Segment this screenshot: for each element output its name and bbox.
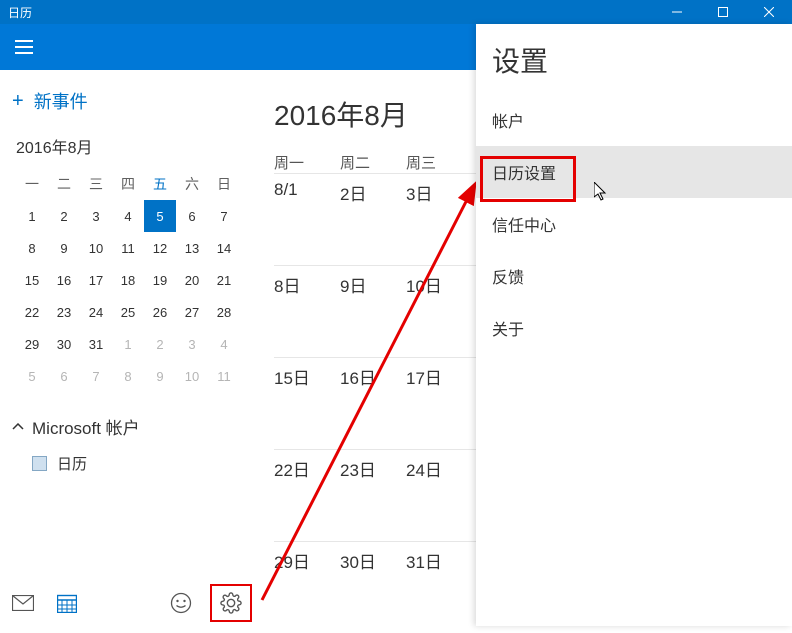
mini-day[interactable]: 24 bbox=[80, 296, 112, 328]
mini-day[interactable]: 12 bbox=[144, 232, 176, 264]
plus-icon: + bbox=[12, 90, 24, 113]
calendar-color-swatch bbox=[32, 456, 47, 471]
mini-dow: 五 bbox=[144, 168, 176, 200]
chevron-up-icon bbox=[12, 423, 24, 431]
calendar-icon[interactable] bbox=[52, 588, 82, 618]
mini-day[interactable]: 31 bbox=[80, 328, 112, 360]
minimize-button[interactable] bbox=[654, 0, 700, 24]
settings-button-highlight bbox=[210, 584, 252, 622]
day-cell[interactable]: 2日 bbox=[340, 174, 406, 265]
day-cell[interactable]: 15日 bbox=[274, 358, 340, 449]
account-header[interactable]: Microsoft 帐户 bbox=[12, 414, 248, 439]
mini-day[interactable]: 8 bbox=[112, 360, 144, 392]
mini-dow: 一 bbox=[16, 168, 48, 200]
mini-day[interactable]: 9 bbox=[144, 360, 176, 392]
new-event-label: 新事件 bbox=[34, 88, 88, 114]
mini-day[interactable]: 22 bbox=[16, 296, 48, 328]
mini-day[interactable]: 10 bbox=[80, 232, 112, 264]
settings-item-4[interactable]: 关于 bbox=[476, 302, 792, 354]
weekday-label: 周二 bbox=[340, 152, 406, 173]
mini-day[interactable]: 20 bbox=[176, 264, 208, 296]
gear-icon[interactable] bbox=[216, 588, 246, 618]
mini-day[interactable]: 6 bbox=[48, 360, 80, 392]
mini-day[interactable]: 6 bbox=[176, 200, 208, 232]
weekday-label: 周三 bbox=[406, 152, 472, 173]
day-cell[interactable]: 30日 bbox=[340, 542, 406, 633]
mini-day[interactable]: 4 bbox=[208, 328, 240, 360]
day-cell[interactable]: 22日 bbox=[274, 450, 340, 541]
bottom-bar bbox=[0, 580, 260, 626]
mini-dow: 四 bbox=[112, 168, 144, 200]
mini-day[interactable]: 14 bbox=[208, 232, 240, 264]
settings-title: 设置 bbox=[476, 24, 792, 94]
mini-day[interactable]: 11 bbox=[208, 360, 240, 392]
mini-day[interactable]: 25 bbox=[112, 296, 144, 328]
mini-day[interactable]: 15 bbox=[16, 264, 48, 296]
mini-day[interactable]: 2 bbox=[144, 328, 176, 360]
mini-day[interactable]: 5 bbox=[144, 200, 176, 232]
calendar-checkbox-row[interactable]: 日历 bbox=[12, 439, 248, 474]
mini-day[interactable]: 27 bbox=[176, 296, 208, 328]
day-cell[interactable]: 31日 bbox=[406, 542, 472, 633]
mini-day[interactable]: 1 bbox=[112, 328, 144, 360]
maximize-button[interactable] bbox=[700, 0, 746, 24]
mini-day[interactable]: 1 bbox=[16, 200, 48, 232]
day-cell[interactable]: 17日 bbox=[406, 358, 472, 449]
mini-day[interactable]: 7 bbox=[80, 360, 112, 392]
mini-calendar: 2016年8月 一二三四五六日 123456789101112131415161… bbox=[0, 124, 260, 396]
day-cell[interactable]: 24日 bbox=[406, 450, 472, 541]
day-cell[interactable]: 8日 bbox=[274, 266, 340, 357]
day-cell[interactable]: 16日 bbox=[340, 358, 406, 449]
app-title: 日历 bbox=[0, 4, 32, 21]
mini-day[interactable]: 16 bbox=[48, 264, 80, 296]
mini-day[interactable]: 3 bbox=[176, 328, 208, 360]
mini-day[interactable]: 4 bbox=[112, 200, 144, 232]
mini-dow: 日 bbox=[208, 168, 240, 200]
mini-day[interactable]: 2 bbox=[48, 200, 80, 232]
settings-item-2[interactable]: 信任中心 bbox=[476, 198, 792, 250]
new-event-button[interactable]: + 新事件 bbox=[0, 70, 260, 124]
mini-dow: 二 bbox=[48, 168, 80, 200]
day-cell[interactable]: 8/1 bbox=[274, 174, 340, 265]
mini-day[interactable]: 13 bbox=[176, 232, 208, 264]
settings-item-1[interactable]: 日历设置 bbox=[476, 146, 792, 198]
day-cell[interactable]: 23日 bbox=[340, 450, 406, 541]
mini-day[interactable]: 19 bbox=[144, 264, 176, 296]
sidebar: + 新事件 2016年8月 一二三四五六日 123456789101112131… bbox=[0, 70, 260, 626]
mini-day[interactable]: 30 bbox=[48, 328, 80, 360]
day-cell[interactable]: 3日 bbox=[406, 174, 472, 265]
mini-day[interactable]: 21 bbox=[208, 264, 240, 296]
account-label: Microsoft 帐户 bbox=[32, 414, 140, 439]
mini-dow: 三 bbox=[80, 168, 112, 200]
mini-day[interactable]: 7 bbox=[208, 200, 240, 232]
close-button[interactable] bbox=[746, 0, 792, 24]
mini-day[interactable]: 8 bbox=[16, 232, 48, 264]
feedback-icon[interactable] bbox=[166, 588, 196, 618]
mini-day[interactable]: 29 bbox=[16, 328, 48, 360]
mini-day[interactable]: 26 bbox=[144, 296, 176, 328]
mini-day[interactable]: 11 bbox=[112, 232, 144, 264]
weekday-label: 周一 bbox=[274, 152, 340, 173]
day-cell[interactable]: 9日 bbox=[340, 266, 406, 357]
day-cell[interactable]: 29日 bbox=[274, 542, 340, 633]
hamburger-button[interactable] bbox=[0, 24, 48, 70]
calendar-label: 日历 bbox=[57, 453, 87, 474]
mini-day[interactable]: 17 bbox=[80, 264, 112, 296]
mini-day[interactable]: 9 bbox=[48, 232, 80, 264]
mini-day[interactable]: 23 bbox=[48, 296, 80, 328]
mini-day[interactable]: 10 bbox=[176, 360, 208, 392]
mini-day[interactable]: 18 bbox=[112, 264, 144, 296]
settings-item-0[interactable]: 帐户 bbox=[476, 94, 792, 146]
mini-calendar-month[interactable]: 2016年8月 bbox=[16, 134, 248, 158]
mail-icon[interactable] bbox=[8, 588, 38, 618]
settings-panel: 设置 帐户日历设置信任中心反馈关于 bbox=[476, 24, 792, 626]
day-cell[interactable]: 10日 bbox=[406, 266, 472, 357]
mini-dow: 六 bbox=[176, 168, 208, 200]
settings-item-3[interactable]: 反馈 bbox=[476, 250, 792, 302]
mini-day[interactable]: 28 bbox=[208, 296, 240, 328]
mini-day[interactable]: 5 bbox=[16, 360, 48, 392]
mini-day[interactable]: 3 bbox=[80, 200, 112, 232]
titlebar: 日历 bbox=[0, 0, 792, 24]
